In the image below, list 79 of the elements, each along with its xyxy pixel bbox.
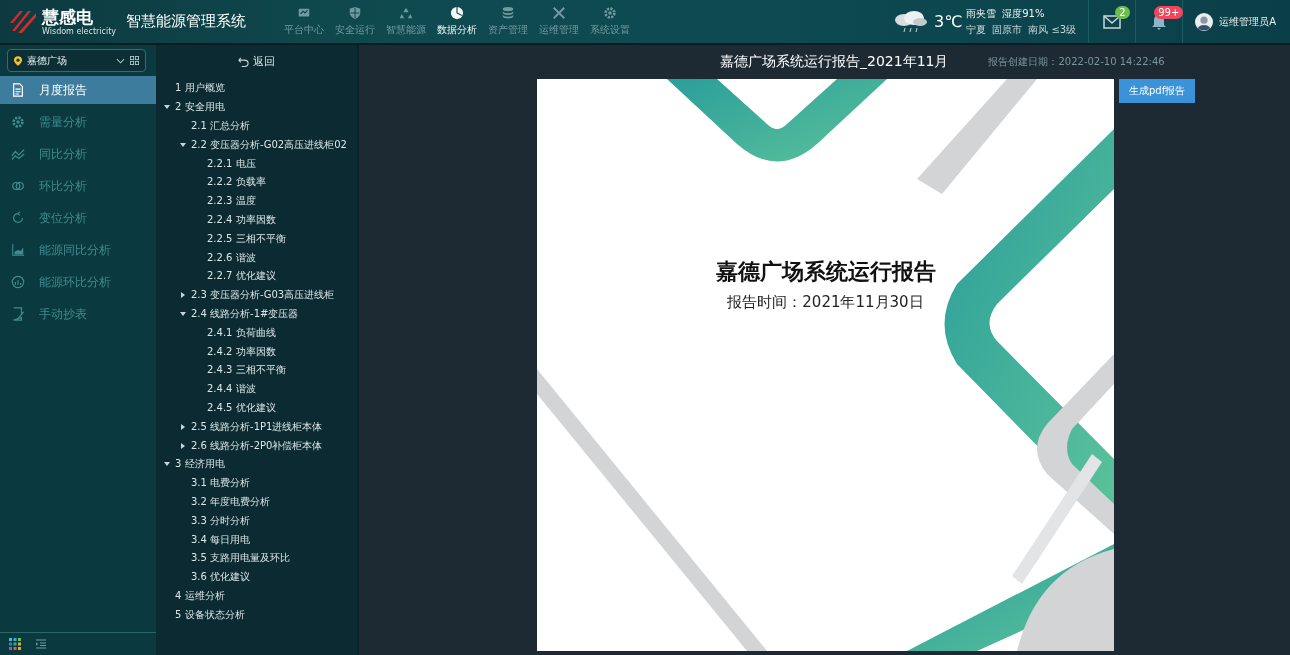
notification-count: 99+ bbox=[1154, 6, 1184, 19]
rings-icon bbox=[11, 179, 25, 193]
report-created-date: 报告创建日期：2022-02-10 14:22:46 bbox=[988, 55, 1165, 69]
outline-item[interactable]: 2.2.1 电压 bbox=[207, 156, 256, 171]
outline-item[interactable]: 1 用户概览 bbox=[175, 81, 225, 96]
outline-item[interactable]: 3 经济用电 bbox=[175, 457, 225, 472]
outline-item[interactable]: 2.4.1 负荷曲线 bbox=[207, 325, 276, 340]
cover-subtitle: 报告时间：2021年11月30日 bbox=[727, 293, 924, 312]
nav-tab[interactable]: 数据分析 bbox=[431, 6, 482, 37]
outline-item[interactable]: 2.4.3 三相不平衡 bbox=[207, 363, 286, 378]
site-select[interactable]: 嘉德广场 bbox=[7, 49, 146, 72]
collapse-menu-icon[interactable] bbox=[35, 639, 47, 649]
caret-right-icon[interactable] bbox=[180, 292, 186, 299]
outline-item[interactable]: 2.5 线路分析-1P1进线柜本体 bbox=[191, 419, 323, 434]
outline-item[interactable]: 2.2.2 负载率 bbox=[207, 175, 266, 190]
caret-right-icon[interactable] bbox=[180, 423, 186, 430]
mail-icon bbox=[1103, 14, 1122, 29]
outline-item[interactable]: 2.6 线路分析-2P0补偿柜本体 bbox=[191, 438, 323, 453]
brand-tagline: Wisdom electricity bbox=[42, 26, 117, 36]
outline-item[interactable]: 2.4.5 优化建议 bbox=[207, 400, 276, 415]
pin-icon bbox=[14, 55, 22, 66]
grid-icon[interactable] bbox=[130, 56, 139, 65]
weather-location: 宁夏 bbox=[966, 22, 987, 37]
outline-item[interactable]: 3.4 每日用电 bbox=[191, 532, 251, 547]
caret-down-icon[interactable] bbox=[164, 461, 170, 468]
outline-item[interactable]: 2.4.2 功率因数 bbox=[207, 344, 276, 359]
cycle-icon bbox=[11, 211, 25, 225]
outline-item[interactable]: 2.4 线路分析-1#变压器 bbox=[191, 306, 299, 321]
back-button[interactable]: 返回 bbox=[238, 54, 275, 69]
outline-item[interactable]: 2.2.7 优化建议 bbox=[207, 269, 276, 284]
gauge-icon bbox=[11, 275, 25, 289]
apps-icon[interactable] bbox=[9, 638, 21, 650]
weather-city: 固原市 bbox=[992, 22, 1023, 37]
outline-item[interactable]: 3.6 优化建议 bbox=[191, 570, 251, 585]
avatar-icon bbox=[1195, 12, 1214, 31]
humidity: 湿度91% bbox=[1002, 6, 1045, 21]
outline-item[interactable]: 3.3 分时分析 bbox=[191, 513, 251, 528]
outline-item[interactable]: 3.2 年度电费分析 bbox=[191, 494, 271, 509]
outline-item[interactable]: 5 设备状态分析 bbox=[175, 607, 245, 622]
nav-tab[interactable]: 平台中心 bbox=[278, 6, 329, 37]
settings-icon bbox=[602, 6, 617, 20]
weather-condition: 雨夹雪 bbox=[966, 6, 997, 21]
area-chart-icon bbox=[11, 243, 25, 257]
caret-down-icon[interactable] bbox=[180, 141, 186, 148]
caret-down-icon[interactable] bbox=[164, 104, 170, 111]
monitor-icon bbox=[296, 6, 311, 20]
message-count: 2 bbox=[1115, 6, 1130, 19]
shield-icon bbox=[347, 6, 362, 20]
notifications-button[interactable]: 99+ bbox=[1135, 0, 1183, 43]
chevron-down-icon bbox=[116, 57, 125, 64]
report-title: 嘉德广场系统运行报告_2021年11月 bbox=[720, 53, 949, 71]
trend-lines-icon bbox=[11, 147, 25, 161]
caret-down-icon[interactable] bbox=[180, 310, 186, 317]
outline-item[interactable]: 2.2.5 三相不平衡 bbox=[207, 231, 286, 246]
temperature: 3℃ bbox=[934, 12, 963, 31]
app-title: 智慧能源管理系统 bbox=[126, 12, 247, 31]
outline-item[interactable]: 2.2 变压器分析-G02高压进线柜02 bbox=[191, 137, 347, 152]
document-icon bbox=[11, 83, 25, 97]
outline-item[interactable]: 2.2.4 功率因数 bbox=[207, 212, 276, 227]
wind: 南风 ≤3级 bbox=[1028, 22, 1077, 37]
brand-name: 慧感电 bbox=[42, 7, 94, 27]
settings-icon bbox=[11, 115, 25, 129]
outline-item[interactable]: 2.4.4 谐波 bbox=[207, 382, 256, 397]
outline-item[interactable]: 4 运维分析 bbox=[175, 588, 225, 603]
user-name[interactable]: 运维管理员A bbox=[1219, 14, 1276, 29]
cover-title: 嘉德广场系统运行报告 bbox=[715, 258, 936, 286]
undo-icon bbox=[238, 56, 249, 67]
logo-icon bbox=[8, 8, 38, 35]
caret-right-icon[interactable] bbox=[180, 442, 186, 449]
outline-item[interactable]: 2.1 汇总分析 bbox=[191, 119, 251, 133]
outline-item[interactable]: 2.2.6 谐波 bbox=[207, 250, 256, 265]
outline-item[interactable]: 3.5 支路用电量及环比 bbox=[191, 551, 291, 566]
outline-item[interactable]: 2.3 变压器分析-G03高压进线柜 bbox=[191, 288, 335, 303]
menu-item[interactable]: 月度报告 bbox=[0, 76, 156, 104]
database-icon bbox=[500, 6, 515, 20]
pie-chart-icon bbox=[449, 6, 464, 20]
outline-item[interactable]: 2.2.3 温度 bbox=[207, 194, 256, 209]
outline-item[interactable]: 2 安全用电 bbox=[175, 100, 225, 115]
outline-item[interactable]: 3.1 电费分析 bbox=[191, 476, 251, 491]
